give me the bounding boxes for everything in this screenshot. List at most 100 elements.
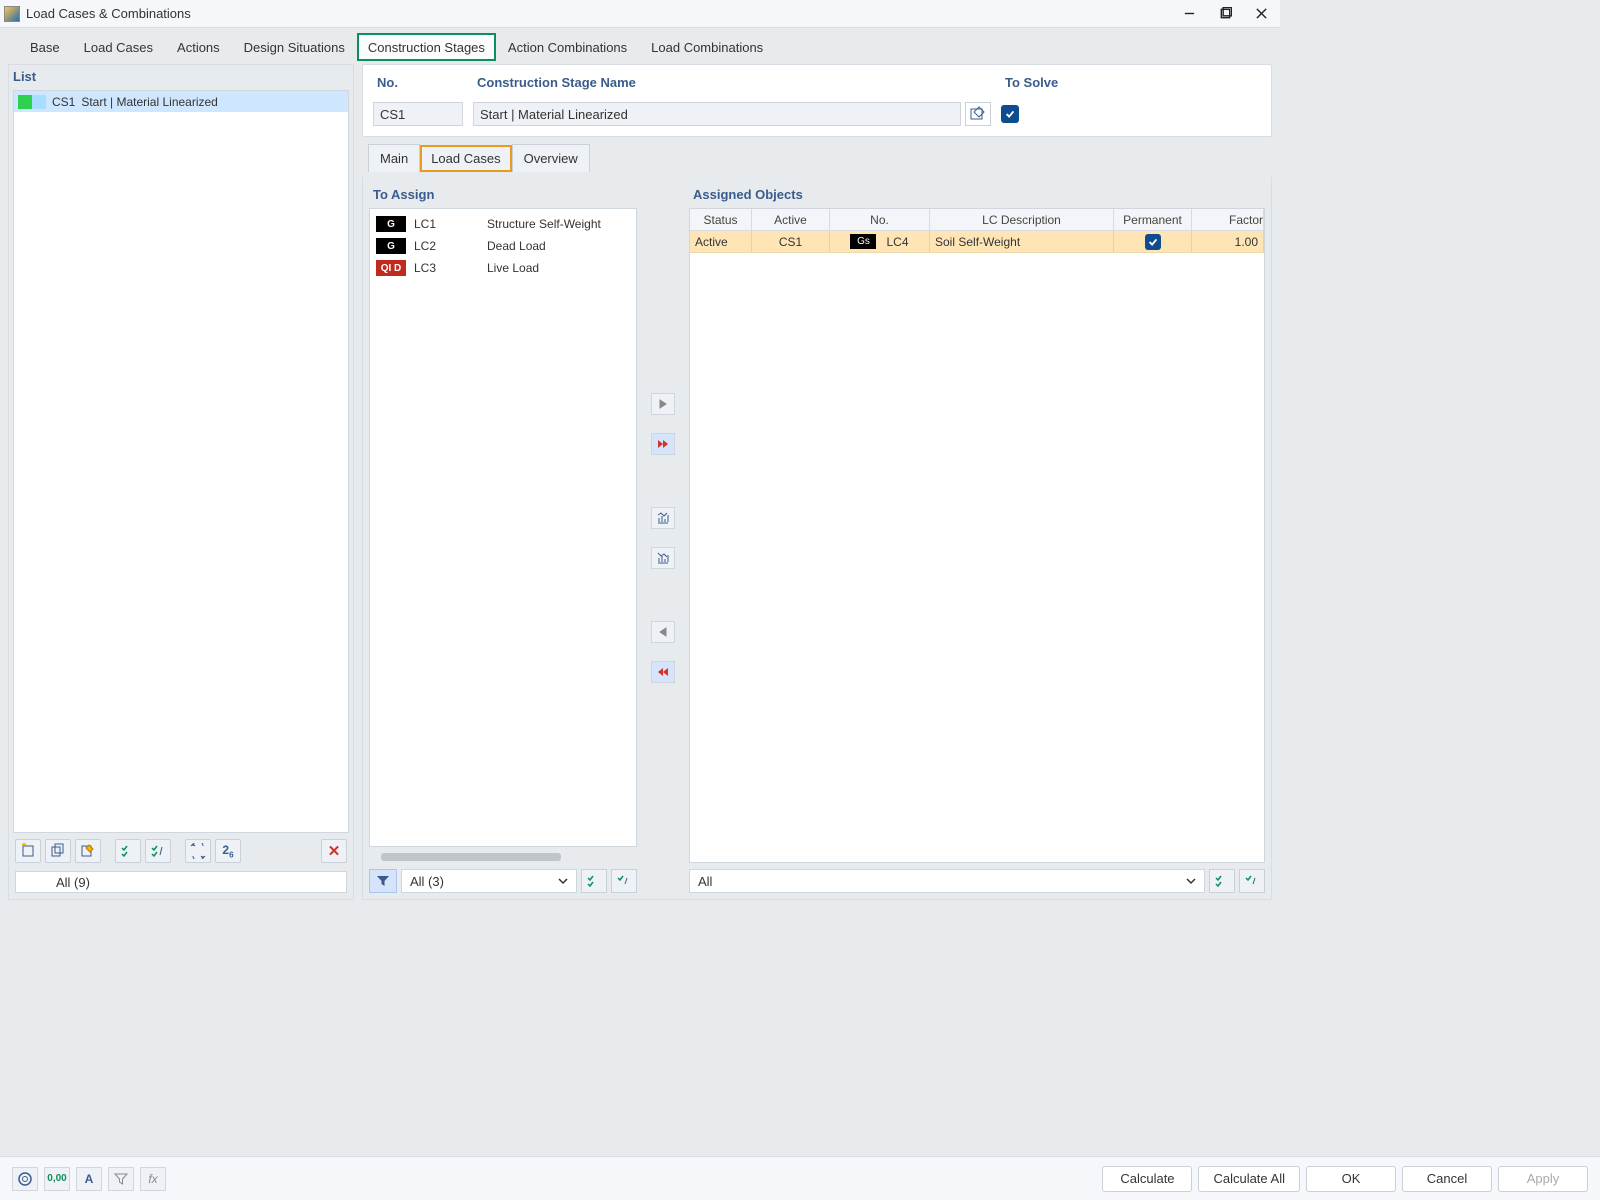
top-tabstrip: Base Load Cases Actions Design Situation… [0,28,1280,60]
check-all-button[interactable] [115,839,141,863]
units-icon[interactable]: 0,00 [44,1167,70,1191]
move-all-right-button[interactable] [651,433,675,455]
category-tag: G [376,238,406,254]
footer: 0,00 A fx Calculate Calculate All OK Can… [0,1156,1600,1200]
to-assign-list[interactable]: G LC1 Structure Self-Weight G LC2 Dead L… [369,208,637,847]
formula-filter-icon[interactable] [108,1167,134,1191]
ok-button[interactable]: OK [1306,1166,1396,1192]
function-icon[interactable]: fx [140,1167,166,1191]
col-active[interactable]: Active [752,209,830,230]
subtab-load-cases[interactable]: Load Cases [420,145,511,172]
assign-item-code: LC3 [414,261,444,275]
list-body[interactable]: CS1 Start | Material Linearized [13,90,349,833]
cell-desc: Soil Self-Weight [930,231,1114,252]
cell-perm [1114,231,1192,252]
list-filter-label: All (9) [56,875,90,890]
header-row: No. CS1 Construction Stage Name Start | … [362,64,1272,137]
maximize-button[interactable] [1216,5,1234,23]
row-tag: Gs [850,234,876,249]
tab-design-situations[interactable]: Design Situations [232,32,357,61]
list-panel: List CS1 Start | Material Linearized 26 [8,64,354,900]
subtabs: Main Load Cases Overview [362,143,1272,171]
name-label: Construction Stage Name [473,71,991,96]
col-perm[interactable]: Permanent [1114,209,1192,230]
col-status[interactable]: Status [690,209,752,230]
tab-load-combinations[interactable]: Load Combinations [639,32,775,61]
help-icon[interactable] [12,1167,38,1191]
tab-construction-stages[interactable]: Construction Stages [357,33,496,61]
sort-button[interactable]: 26 [215,839,241,863]
list-item-label: Start | Material Linearized [81,95,218,109]
filter-funnel-button[interactable] [369,869,397,893]
tab-actions[interactable]: Actions [165,32,232,61]
assign-item[interactable]: G LC1 Structure Self-Weight [376,213,630,235]
font-icon[interactable]: A [76,1167,102,1191]
assign-item[interactable]: QI D LC3 Live Load [376,257,630,279]
list-item[interactable]: CS1 Start | Material Linearized [14,91,348,112]
apply-button[interactable]: Apply [1498,1166,1588,1192]
solve-label: To Solve [1001,71,1261,96]
tab-action-combinations[interactable]: Action Combinations [496,32,639,61]
cancel-button[interactable]: Cancel [1402,1166,1492,1192]
titlebar: Load Cases & Combinations [0,0,1280,28]
app-icon [4,6,20,22]
transfer-buttons [645,183,681,893]
chart-down-button[interactable] [651,547,675,569]
assigned-filter-dropdown[interactable]: All [689,869,1205,893]
chart-up-button[interactable] [651,507,675,529]
col-desc[interactable]: LC Description [930,209,1114,230]
col-no[interactable]: No. [830,209,930,230]
subtab-overview[interactable]: Overview [512,144,590,172]
copy-button[interactable] [45,839,71,863]
permanent-checkbox[interactable] [1145,234,1161,250]
minimize-button[interactable] [1180,5,1198,23]
cell-active: CS1 [752,231,830,252]
cell-status: Active [690,231,752,252]
assign-filter-dropdown[interactable]: All (3) [401,869,577,893]
cell-no: Gs LC4 [830,231,930,252]
list-toolbar: 26 ✕ [9,833,353,867]
assign-item-code: LC2 [414,239,444,253]
rename-button[interactable] [965,102,991,126]
assign-item-desc: Live Load [487,261,539,275]
tab-base[interactable]: Base [18,32,72,61]
list-filter-dropdown[interactable]: All (9) [15,871,347,893]
calculate-button[interactable]: Calculate [1102,1166,1192,1192]
move-all-left-button[interactable] [651,661,675,683]
move-right-button[interactable] [651,393,675,415]
name-field[interactable]: Start | Material Linearized [473,102,961,126]
no-field[interactable]: CS1 [373,102,463,126]
tab-load-cases[interactable]: Load Cases [72,32,165,61]
assigned-invert-button[interactable] [1239,869,1265,893]
invert-select-button[interactable] [611,869,637,893]
list-item-code: CS1 [52,95,75,109]
close-button[interactable] [1252,5,1270,23]
cell-factor: 1.00 [1192,231,1264,252]
subtab-main[interactable]: Main [368,144,420,172]
assign-item-desc: Dead Load [487,239,546,253]
select-all-button[interactable] [581,869,607,893]
assigned-table[interactable]: Status Active No. LC Description Permane… [689,208,1265,863]
renumber-button[interactable] [185,839,211,863]
no-label: No. [373,71,463,96]
edit-button[interactable] [75,839,101,863]
assign-item-desc: Structure Self-Weight [487,217,601,231]
to-solve-checkbox[interactable] [1001,105,1019,123]
uncheck-all-button[interactable] [145,839,171,863]
delete-button[interactable]: ✕ [321,839,347,863]
assign-item[interactable]: G LC2 Dead Load [376,235,630,257]
assign-item-code: LC1 [414,217,444,231]
assign-hscroll[interactable] [381,853,625,863]
to-assign-title: To Assign [369,183,637,208]
assigned-select-all-button[interactable] [1209,869,1235,893]
category-tag: QI D [376,260,406,276]
move-left-button[interactable] [651,621,675,643]
assigned-title: Assigned Objects [689,183,1265,208]
color-swatch-icon [18,95,46,109]
table-row[interactable]: Active CS1 Gs LC4 Soil Self-Weight 1.00 [690,231,1264,253]
col-factor[interactable]: Factor [1192,209,1264,230]
window-title: Load Cases & Combinations [26,6,1180,21]
new-button[interactable] [15,839,41,863]
calculate-all-button[interactable]: Calculate All [1198,1166,1300,1192]
category-tag: G [376,216,406,232]
